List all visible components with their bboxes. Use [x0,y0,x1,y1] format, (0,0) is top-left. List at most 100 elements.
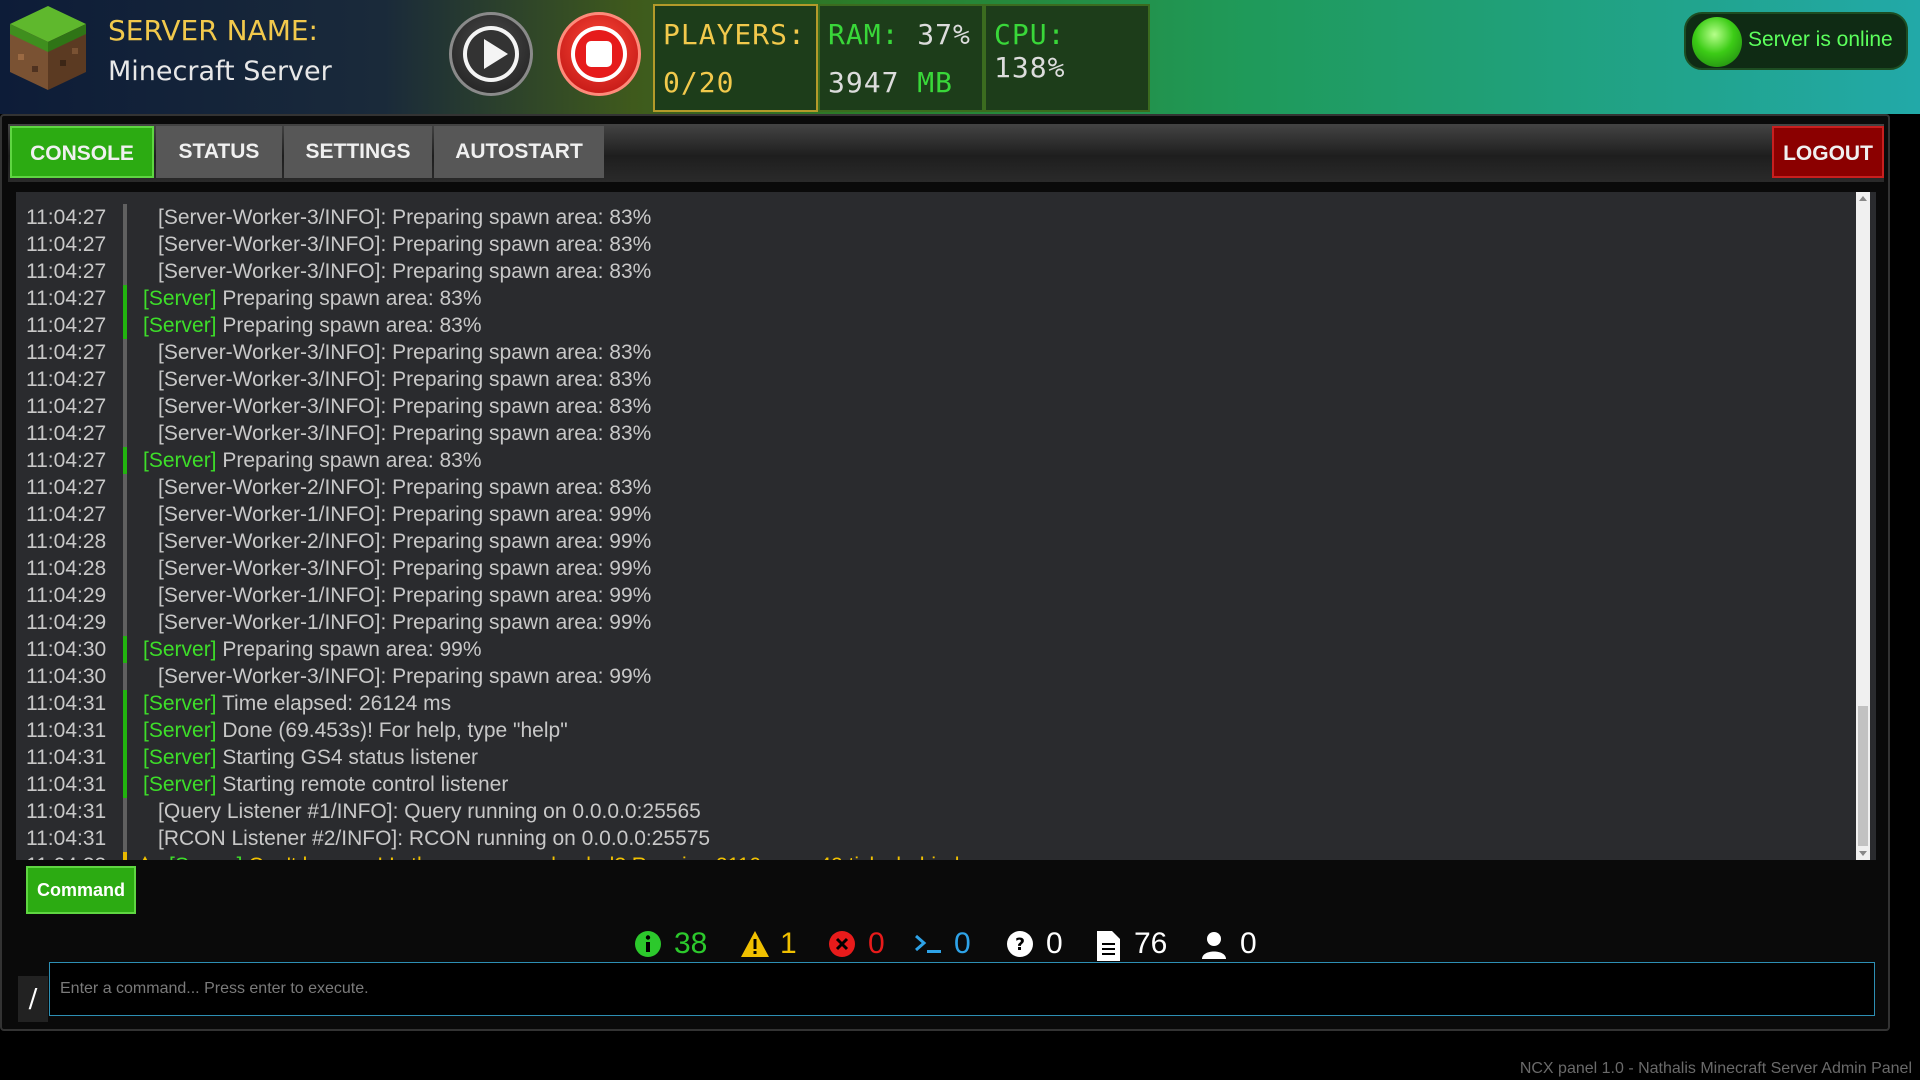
server-name-label: SERVER NAME: [108,14,318,47]
log-message: [Server] Preparing spawn area: 83% [143,447,482,474]
log-row: 11:04:27 [Server-Worker-3/INFO]: Preparin… [16,258,1856,285]
command-input[interactable] [49,962,1875,1016]
user-icon [1202,932,1226,959]
log-message-text: Preparing spawn area: 83% [222,314,482,337]
log-message-text: Can't keep up! Is the server overloaded?… [248,854,959,860]
question-icon: ? [1007,931,1033,957]
log-message: [Server-Worker-3/INFO]: Preparing spawn … [158,258,651,285]
ram-mb-value: 3947 [828,66,900,99]
log-timestamp: 11:04:27 [26,206,107,229]
log-level-bar [123,447,127,474]
unknown-count: 0 [1046,927,1063,960]
tab-settings[interactable]: SETTINGS [284,126,432,178]
log-timestamp: 11:04:30 [26,665,107,688]
scroll-down-icon[interactable] [1859,851,1867,856]
log-timestamp: 11:04:27 [26,233,107,256]
log-row: 11:04:28 [Server-Worker-3/INFO]: Preparin… [16,555,1856,582]
log-timestamp: 11:04:30 [26,638,107,661]
log-message: [Server-Worker-1/INFO]: Preparing spawn … [158,609,651,636]
log-timestamp: 11:04:27 [26,368,107,391]
log-timestamp: 11:04:29 [26,584,107,607]
log-message: [Server] Done (69.453s)! For help, type … [143,717,568,744]
command-count: 0 [954,927,971,960]
log-message: [Server] Preparing spawn area: 83% [143,312,482,339]
log-timestamp: 11:04:31 [26,827,107,850]
log-row: 11:04:29 [Server-Worker-1/INFO]: Preparin… [16,609,1856,636]
ram-percent: 37% [917,18,971,51]
log-message-text: [Server-Worker-3/INFO]: Preparing spawn … [158,368,652,391]
log-message-text: [Server-Worker-2/INFO]: Preparing spawn … [158,476,652,499]
tab-autostart[interactable]: AUTOSTART [434,126,604,178]
log-source-tag: [Server] [143,719,217,742]
console-scrollbar[interactable] [1856,192,1870,860]
log-level-bar [123,717,127,744]
log-timestamp: 11:04:27 [26,395,107,418]
log-message: [Server-Worker-3/INFO]: Preparing spawn … [158,231,651,258]
log-row: 11:04:31 [Server] Done (69.453s)! For hel… [16,717,1856,744]
tab-console[interactable]: CONSOLE [10,126,154,178]
document-icon [1097,931,1120,961]
log-row: 11:04:31 [Server] Starting remote control… [16,771,1856,798]
log-message: [RCON Listener #2/INFO]: RCON running on… [158,825,710,852]
log-level-bar [123,474,127,501]
log-row: 11:04:29 [Server-Worker-1/INFO]: Preparin… [16,582,1856,609]
log-row: 11:04:27 [Server-Worker-3/INFO]: Preparin… [16,231,1856,258]
warning-icon [142,856,148,860]
log-timestamp: 11:04:31 [26,800,107,823]
log-row: 11:04:27 [Server] Preparing spawn area: 8… [16,312,1856,339]
log-message: [Server-Worker-3/INFO]: Preparing spawn … [158,393,651,420]
log-timestamp: 11:04:31 [26,746,107,769]
log-level-bar [123,528,127,555]
log-message: [Server] Can't keep up! Is the server ov… [169,852,959,860]
ram-label: RAM: [828,18,900,51]
log-level-bar [123,663,127,690]
log-row: 11:04:27 [Server-Worker-1/INFO]: Preparin… [16,501,1856,528]
log-timestamp: 11:04:33 [26,852,106,860]
error-icon [829,931,855,957]
log-row: 11:04:27 [Server-Worker-3/INFO]: Preparin… [16,393,1856,420]
log-message-text: Time elapsed: 26124 ms [222,692,452,715]
log-row: 11:04:30 [Server-Worker-3/INFO]: Preparin… [16,663,1856,690]
log-level-bar [123,366,127,393]
log-timestamp: 11:04:31 [26,692,107,715]
players-stat: PLAYERS: 0/20 [653,4,818,112]
prompt-slash: / [18,976,48,1022]
cpu-label: CPU: [994,18,1066,51]
info-icon [635,931,661,957]
log-row: 11:04:27 [Server-Worker-3/INFO]: Preparin… [16,366,1856,393]
info-count: 38 [674,927,708,960]
log-timestamp: 11:04:27 [26,503,107,526]
log-level-bar [123,420,127,447]
scroll-thumb[interactable] [1858,706,1868,846]
server-status-indicator: Server is online [1684,12,1908,70]
console-log[interactable]: 11:04:27 [Server-Worker-3/INFO]: Preparin… [16,192,1876,860]
scroll-up-icon[interactable] [1859,196,1867,201]
log-timestamp: 11:04:27 [26,260,107,283]
log-message: [Query Listener #1/INFO]: Query running … [158,798,701,825]
log-row: 11:04:27 [Server-Worker-3/INFO]: Preparin… [16,204,1856,231]
log-source-tag: [Server] [143,449,217,472]
log-timestamp: 11:04:27 [26,341,107,364]
log-message-text: [Server-Worker-1/INFO]: Preparing spawn … [158,503,652,526]
log-level-bar [123,231,127,258]
log-level-bar [123,312,127,339]
log-source-tag: [Server] [143,773,217,796]
stop-server-button[interactable] [557,12,641,96]
log-timestamp: 11:04:27 [26,314,107,337]
logout-button[interactable]: LOGOUT [1772,126,1884,178]
warning-count: 1 [780,927,797,960]
tab-status[interactable]: STATUS [156,126,282,178]
log-message: [Server-Worker-3/INFO]: Preparing spawn … [158,204,651,231]
log-row: 11:04:31 [Server] Starting GS4 status lis… [16,744,1856,771]
start-server-button[interactable] [449,12,533,96]
log-message-text: Starting remote control listener [222,773,509,796]
log-message: [Server-Worker-2/INFO]: Preparing spawn … [158,528,651,555]
log-message-text: [Server-Worker-3/INFO]: Preparing spawn … [158,260,652,283]
log-message-text: [Server-Worker-3/INFO]: Preparing spawn … [158,422,652,445]
log-message-text: [Server-Worker-2/INFO]: Preparing spawn … [158,530,652,553]
log-message: [Server] Starting GS4 status listener [143,744,478,771]
command-button[interactable]: Command [26,866,136,914]
play-icon [463,26,519,82]
log-message: [Server] Time elapsed: 26124 ms [143,690,451,717]
online-led-icon [1692,17,1742,67]
